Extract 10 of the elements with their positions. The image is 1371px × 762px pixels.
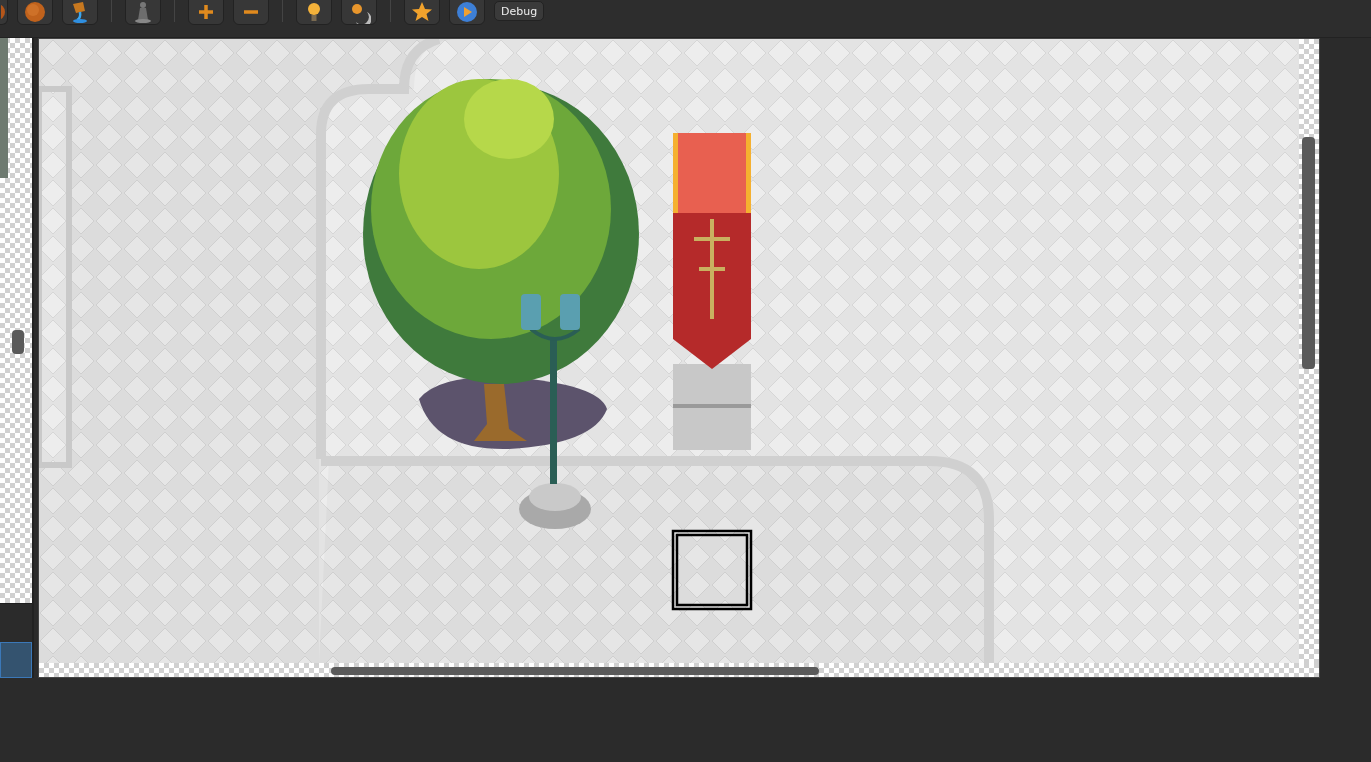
stamp-icon[interactable] — [125, 0, 161, 25]
light-bulb-icon[interactable] — [296, 0, 332, 25]
scrollbar[interactable] — [39, 663, 1319, 677]
scrollbar[interactable] — [1299, 39, 1319, 663]
sun-moon-icon[interactable] — [341, 0, 377, 25]
minus-icon[interactable] — [233, 0, 269, 25]
debug-button[interactable]: Debug — [494, 1, 545, 21]
plus-icon[interactable] — [188, 0, 224, 25]
play-icon[interactable] — [449, 0, 485, 25]
bucket-icon[interactable] — [62, 0, 98, 25]
